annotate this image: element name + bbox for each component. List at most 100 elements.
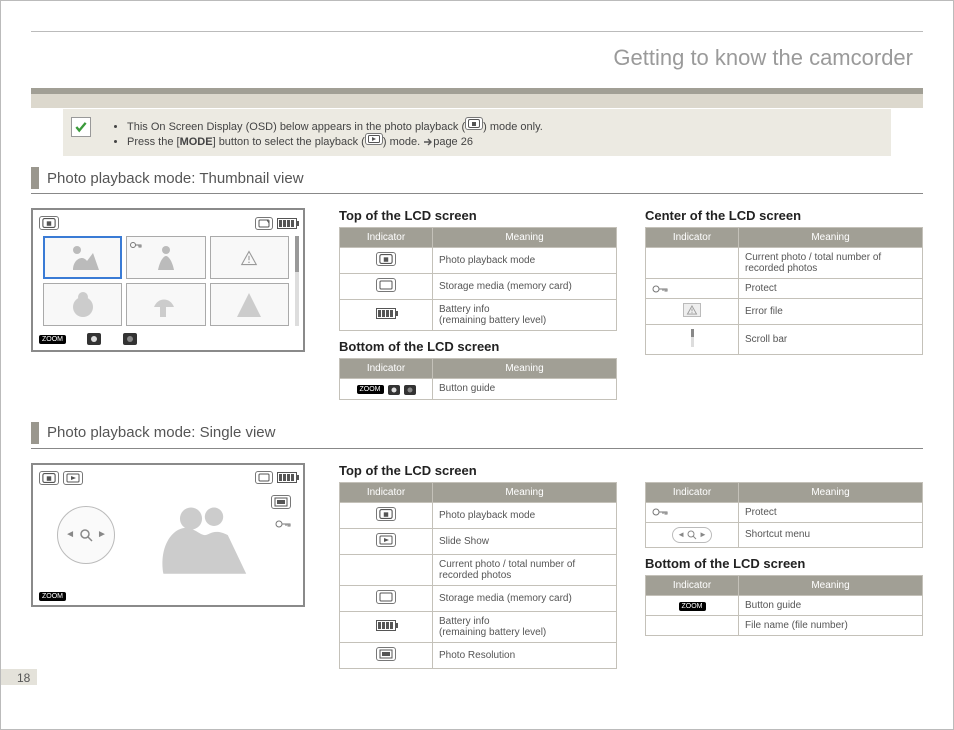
scrollbar-thumb xyxy=(295,236,299,272)
table-row: ZOOM Button guide xyxy=(340,379,617,400)
table-row: Protect xyxy=(646,279,923,299)
cell-meaning: Current photo / total number of recorded… xyxy=(739,248,923,279)
check-icon xyxy=(71,117,91,137)
photo-playback-icon xyxy=(376,507,396,521)
section-marker-icon xyxy=(31,422,39,444)
key-icon xyxy=(652,284,668,294)
thumb-topbar xyxy=(39,216,297,230)
table-row: Current photo / total number of recorded… xyxy=(340,554,617,585)
thumb-cell-3 xyxy=(210,236,289,279)
cell-meaning: Button guide xyxy=(739,595,923,615)
photo-playback-icon xyxy=(465,117,483,130)
thumb-bottom-table: IndicatorMeaning ZOOM Button guide xyxy=(339,358,617,400)
thumb-top-bottom-col: Top of the LCD screen IndicatorMeaning P… xyxy=(339,202,617,408)
single-top-title: Top of the LCD screen xyxy=(339,463,617,478)
card-icon xyxy=(255,471,273,484)
photo-playback-icon xyxy=(39,471,59,485)
single-bottom-title: Bottom of the LCD screen xyxy=(645,556,923,571)
resolution-icon xyxy=(376,647,396,661)
cell-meaning: File name (file number) xyxy=(739,615,923,635)
zoom-icon: ZOOM xyxy=(39,592,66,601)
cell-meaning: Photo playback mode xyxy=(433,248,617,274)
battery-icon xyxy=(277,472,297,483)
cell-meaning: Current photo / total number of recorded… xyxy=(433,554,617,585)
single-left-table: IndicatorMeaning Photo playback mode Sli… xyxy=(339,482,617,669)
section-1-columns: ZOOM Top of the LCD screen IndicatorMean… xyxy=(31,202,923,408)
table-row: Protect xyxy=(646,502,923,522)
magnifier-icon xyxy=(79,528,93,542)
battery-icon xyxy=(277,218,297,229)
battery-icon xyxy=(376,620,396,631)
table-row: Storage media (memory card) xyxy=(340,585,617,611)
battery-icon xyxy=(376,308,396,319)
table-row: Battery info (remaining battery level) xyxy=(340,300,617,331)
key-icon xyxy=(652,507,668,517)
th-indicator: Indicator xyxy=(646,482,739,502)
th-meaning: Meaning xyxy=(433,482,617,502)
warning-icon xyxy=(240,250,258,266)
thumbnail-screenshot: ZOOM xyxy=(31,208,305,352)
note-box: This On Screen Display (OSD) below appea… xyxy=(63,109,891,156)
table-row: Storage media (memory card) xyxy=(340,274,617,300)
shortcut-menu-icon: ◄► xyxy=(672,527,712,543)
thumb-grid xyxy=(43,236,289,326)
thumb-cell-1 xyxy=(43,236,122,279)
card-icon xyxy=(255,217,273,230)
cell-meaning: Shortcut menu xyxy=(739,522,923,547)
thumb-cell-2 xyxy=(126,236,205,279)
note-line-2: Press the [MODE] button to select the pl… xyxy=(127,133,877,148)
th-meaning: Meaning xyxy=(433,228,617,248)
section-2-underline xyxy=(31,448,923,449)
key-icon xyxy=(130,240,142,250)
table-row: Error file xyxy=(646,299,923,325)
section-1-underline xyxy=(31,193,923,194)
cell-meaning: Photo playback mode xyxy=(433,502,617,528)
table-row: Battery info (remaining battery level) xyxy=(340,611,617,642)
section-2-title: Photo playback mode: Single view xyxy=(47,424,275,441)
cell-meaning: Protect xyxy=(739,279,923,299)
th-meaning: Meaning xyxy=(739,228,923,248)
dpad-icon xyxy=(86,332,102,346)
cell-meaning: Battery info (remaining battery level) xyxy=(433,300,617,331)
cell-meaning: Error file xyxy=(739,299,923,325)
cell-meaning: Storage media (memory card) xyxy=(433,585,617,611)
single-left-col: Top of the LCD screen IndicatorMeaning P… xyxy=(339,457,617,677)
thumbnail-screenshot-col: ZOOM xyxy=(31,202,311,408)
manual-page: Getting to know the camcorder This On Sc… xyxy=(0,0,954,730)
single-screenshot-col: ◄ ► ZOOM xyxy=(31,457,311,677)
card-icon xyxy=(376,278,396,292)
warning-icon xyxy=(683,303,701,317)
table-row: Photo Resolution xyxy=(340,642,617,668)
cell-meaning: Protect xyxy=(739,502,923,522)
section-marker-icon xyxy=(31,167,39,189)
button-icon xyxy=(122,332,138,346)
thumb-top-right-icons xyxy=(255,217,297,230)
key-icon xyxy=(275,519,291,529)
cell-meaning: Button guide xyxy=(433,379,617,400)
content-area: Photo playback mode: Thumbnail view xyxy=(31,161,923,699)
top-rule xyxy=(31,31,923,32)
zoom-icon: ZOOM xyxy=(39,335,66,344)
button-icon xyxy=(404,385,416,395)
thumb-center-col: Center of the LCD screen IndicatorMeanin… xyxy=(645,202,923,408)
playback-icon xyxy=(365,133,383,145)
th-meaning: Meaning xyxy=(433,359,617,379)
thumb-top-table: IndicatorMeaning Photo playback mode Sto… xyxy=(339,227,617,331)
decor-bar-light xyxy=(31,94,923,108)
table-row: ZOOMButton guide xyxy=(646,595,923,615)
thumb-bottom-title: Bottom of the LCD screen xyxy=(339,339,617,354)
cell-meaning: Battery info (remaining battery level) xyxy=(433,611,617,642)
thumb-cell-5 xyxy=(126,283,205,326)
th-indicator: Indicator xyxy=(340,228,433,248)
thumb-top-title: Top of the LCD screen xyxy=(339,208,617,223)
thumb-cell-6 xyxy=(210,283,289,326)
page-title: Getting to know the camcorder xyxy=(613,45,913,71)
table-row: Scroll bar xyxy=(646,325,923,355)
th-indicator: Indicator xyxy=(340,482,433,502)
single-screenshot: ◄ ► ZOOM xyxy=(31,463,305,607)
thumb-bottombar: ZOOM xyxy=(39,332,297,346)
shortcut-menu-icon: ◄ ► xyxy=(57,506,115,564)
page-number: 18 xyxy=(17,671,30,685)
table-row: ◄► Shortcut menu xyxy=(646,522,923,547)
th-meaning: Meaning xyxy=(739,482,923,502)
